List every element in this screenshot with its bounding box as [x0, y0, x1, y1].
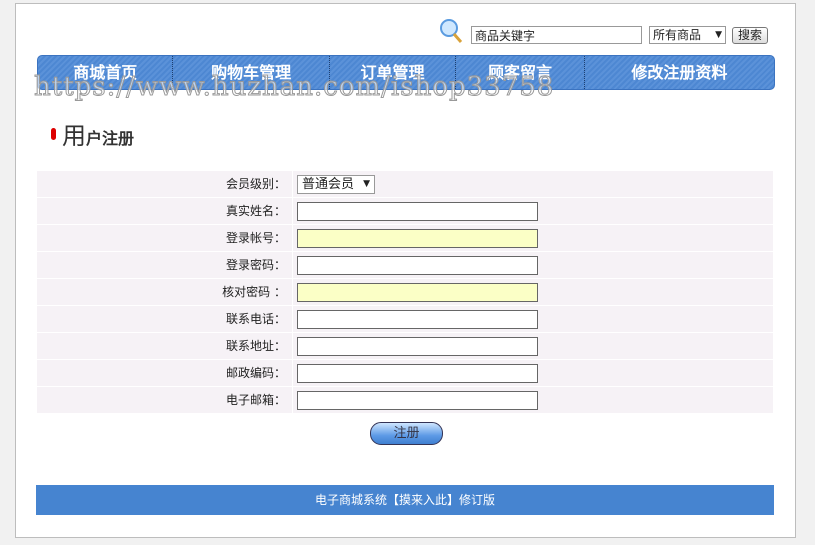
dropdown-arrow-icon: ▼ [715, 30, 722, 40]
category-selected: 所有商品 [653, 28, 702, 42]
zip-input[interactable] [297, 363, 538, 383]
real-name-input[interactable] [297, 201, 538, 221]
nav-orders[interactable]: 订单管理 [330, 56, 457, 89]
phone-input[interactable] [297, 309, 538, 329]
dropdown-arrow-icon: ▼ [363, 178, 370, 189]
register-button[interactable]: 注册 [370, 422, 443, 445]
form-row-name: 真实姓名： [37, 198, 773, 225]
nav-cart[interactable]: 购物车管理 [173, 56, 330, 89]
address-input[interactable] [297, 336, 538, 356]
form-row-password: 登录密码： [37, 252, 773, 279]
footer: 电子商城系统【摸来入此】修订版 [36, 485, 774, 515]
member-level-value: 普通会员 [302, 176, 355, 192]
confirm-password-input[interactable] [297, 282, 538, 302]
form-row-confirm: 核对密码 ： [37, 279, 773, 306]
nav-edit-profile[interactable]: 修改注册资料 [585, 56, 774, 89]
form-row-zip: 邮政编码： [37, 360, 773, 387]
search-button[interactable]: 搜索 [732, 27, 768, 44]
field-label: 核对密码 ： [37, 279, 293, 305]
email-input[interactable] [297, 390, 538, 410]
field-label: 会员级别： [37, 171, 293, 197]
magnifier-icon [440, 19, 463, 43]
form-row-email: 电子邮箱： [37, 387, 773, 414]
page-container: 商品关键字 所有商品 ▼ 搜索 商城首页 购物车管理 订单管理 顾客留言 修改注册… [15, 3, 796, 538]
field-label: 联系地址： [37, 333, 293, 359]
form-row-account: 登录帐号： [37, 225, 773, 252]
field-label: 登录帐号： [37, 225, 293, 251]
password-input[interactable] [297, 255, 538, 275]
member-level-select[interactable]: 普通会员 ▼ [297, 174, 375, 194]
title-rest: 户注册 [86, 129, 135, 148]
title-first-char: 用 [62, 122, 86, 150]
field-label: 真实姓名： [37, 198, 293, 224]
field-label: 邮政编码： [37, 360, 293, 386]
field-label: 登录密码： [37, 252, 293, 278]
field-label: 联系电话： [37, 306, 293, 332]
page-title: 用户注册 [62, 116, 134, 151]
form-row-address: 联系地址： [37, 333, 773, 360]
nav-home[interactable]: 商城首页 [38, 56, 174, 89]
field-label: 电子邮箱： [37, 387, 293, 413]
category-select[interactable]: 所有商品 ▼ [649, 26, 726, 44]
form-row-level: 会员级别： 普通会员 ▼ [37, 171, 773, 198]
main-nav: 商城首页 购物车管理 订单管理 顾客留言 修改注册资料 [37, 55, 775, 90]
register-form: 会员级别： 普通会员 ▼ 真实姓名： 登录帐号： 登录密码： 核对密码 ： 联系电话… [37, 171, 773, 414]
account-input[interactable] [297, 228, 538, 248]
form-row-phone: 联系电话： [37, 306, 773, 333]
search-keyword-input[interactable]: 商品关键字 [471, 26, 642, 44]
nav-messages[interactable]: 顾客留言 [456, 56, 585, 89]
title-bullet-icon [51, 128, 56, 140]
